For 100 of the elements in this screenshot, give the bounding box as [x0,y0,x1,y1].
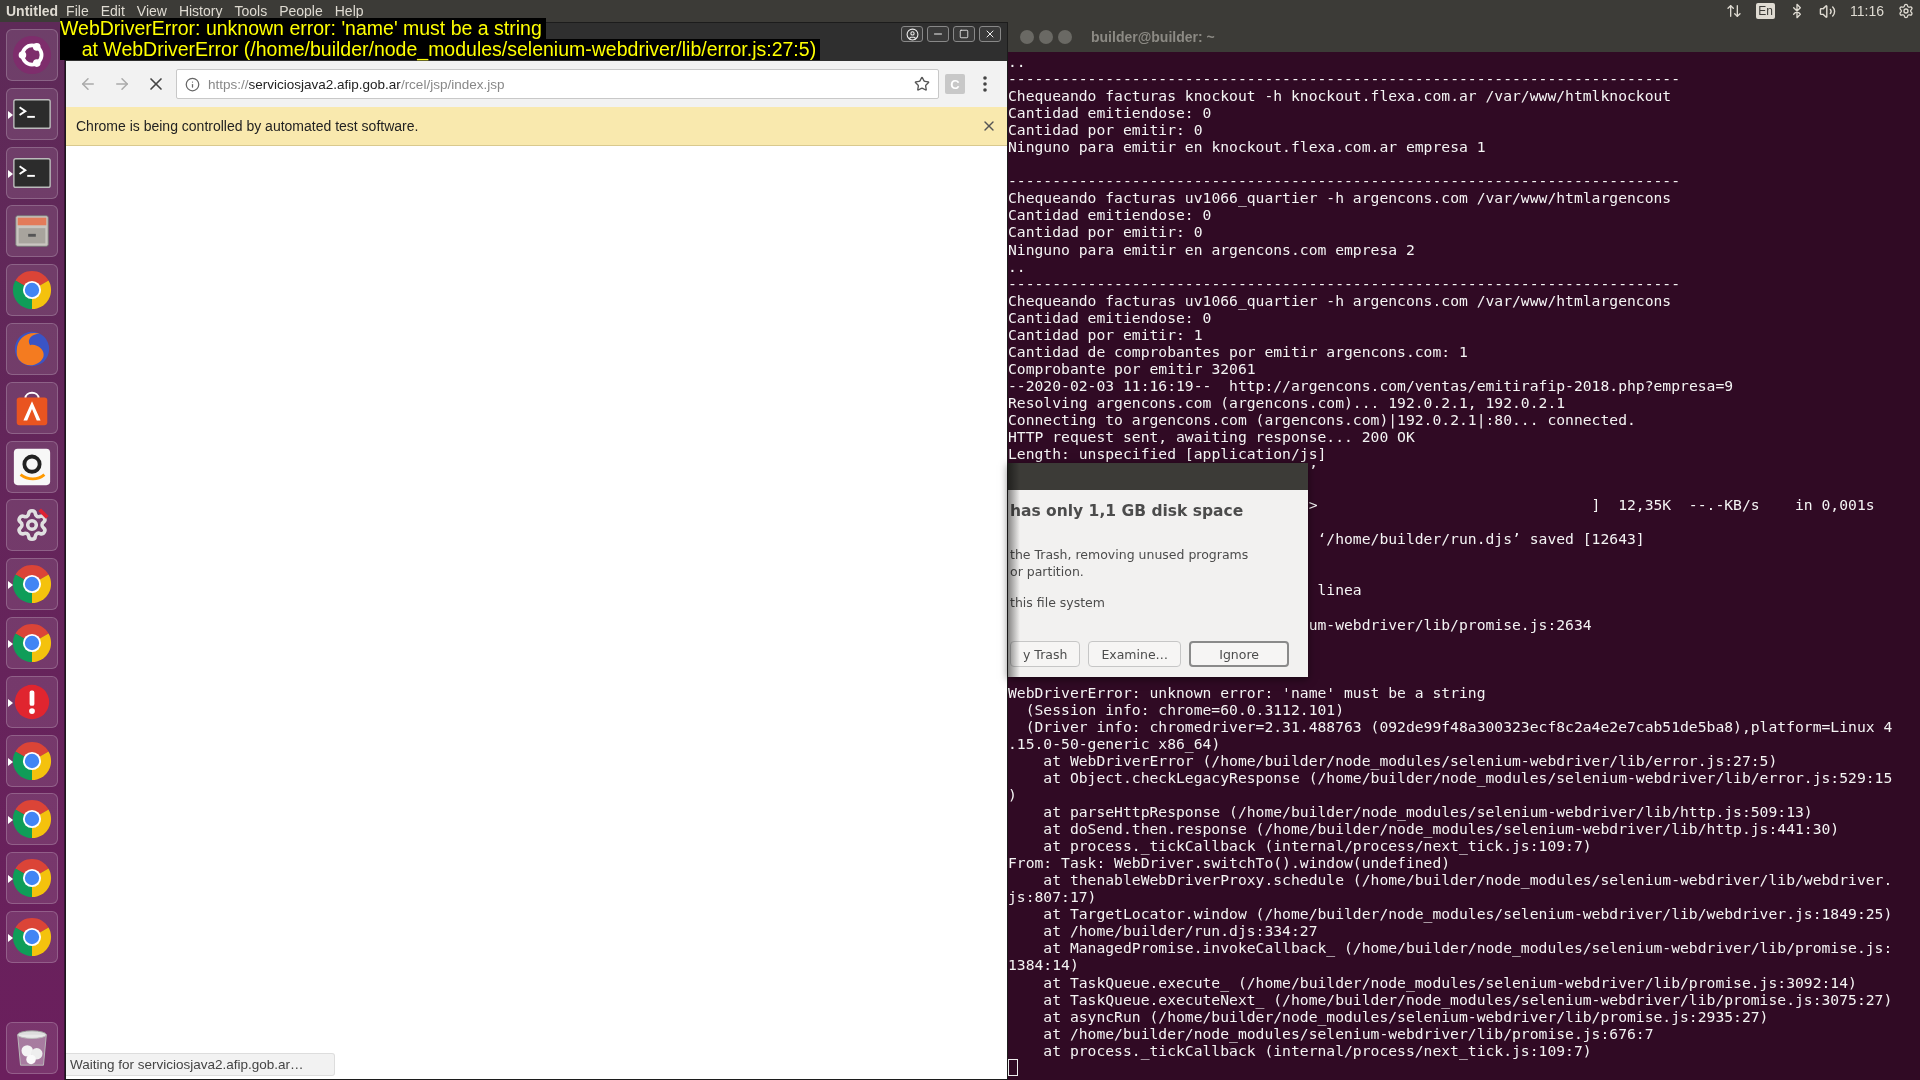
launcher-button[interactable] [6,675,58,728]
terminal-line: ’ [1308,462,1318,480]
terminal-line: Chequeando facturas knockout -h knockout.flexa.com.ar /var/www/htmlknockout [1008,87,1672,105]
clock[interactable]: 11:16 [1850,3,1884,19]
launcher-button[interactable] [6,558,58,611]
terminal-line: ---------------------------------------------------------------------------- [1008,70,1681,88]
terminal-line: Ninguno para emitir en knockout.flexa.com.ar empresa 1 [1008,138,1486,156]
dialog-text: this file system [1010,594,1106,611]
launcher-button[interactable] [6,616,58,669]
browser-icon [11,621,53,664]
terminal-line: Chequeando facturas uv1066_quartier -h argencons.com /var/www/htmlargencons [1008,291,1672,309]
launcher-button[interactable] [6,793,58,846]
terminal-line: Ninguno para emitir en argencons.com empresa 2 [1008,240,1415,258]
terminal-line: Connecting to argencons.com (argencons.com)|192.0.2.1|:80... connected. [1008,411,1636,429]
terminal-line: Chequeando facturas uv1066_quartier -h argencons.com /var/www/htmlargencons [1008,189,1672,207]
terminal-line: at thenableWebDriverProxy.schedule (/home/builder/node_modules/selenium-webdriver/lib/webdriver. [1043,871,1893,889]
network-icon[interactable] [1726,3,1743,19]
launcher-button[interactable] [6,734,58,787]
terminal-line: at WebDriverError (/home/builder/node_modules/selenium-webdriver/lib/error.js:27:5) [1043,751,1778,769]
menu-item[interactable]: History [178,3,223,19]
terminal-line: Cantidad por emitir: 0 [1008,121,1203,139]
launcher-button[interactable] [6,852,58,905]
close-button[interactable] [979,26,1001,42]
bookmark-star-icon[interactable] [914,76,930,92]
terminal-line: at ManagedPromise.invokeCallback_ (/home/builder/node_modules/selenium-webdriver/lib/promise.js: [1043,939,1893,957]
dialog-title: has only 1,1 GB disk space [1010,502,1245,520]
terminal-line: Cantidad emitiendose: 0 [1008,104,1212,122]
logo-icon [11,34,53,76]
launcher-button[interactable] [6,29,58,81]
launcher-button[interactable] [6,264,58,317]
terminal-line: ---------------------------------------------------------------------------- [1008,172,1681,190]
terminal-line: (Driver info: chromedriver=2.31.488763 (092de99f48a300323ecf8c2a4e2e7cab51de5ba8),platform=Linux 4 [1025,717,1893,735]
browser-icon [11,857,53,900]
close-icon [984,28,996,40]
terminal-line: .. [1008,53,1026,71]
terminal-line: Cantidad por emitir: 0 [1008,223,1203,241]
dialog-button[interactable]: y Trash [1010,641,1081,667]
terminal-line: ‘/home/builder/run.djs’ saved [12643] [1317,530,1645,548]
status-bubble: Waiting for serviciosjava2.afip.gob.ar… [66,1053,335,1076]
terminal-line: Cantidad emitiendose: 0 [1008,206,1212,224]
terminal-line: at /home/builder/run.djs:334:27 [1043,922,1318,940]
terminal-line: From: Task: WebDriver.switchTo().window(undefined) [1008,854,1451,872]
terminal-line: WebDriverError: unknown error: 'name' must be a string [1008,683,1486,701]
dialog-button[interactable]: Examine… [1088,641,1182,667]
maximize-button[interactable] [953,26,975,42]
forward-arrow-icon [113,75,131,93]
infobar-message: Chrome is being controlled by automated test software. [76,118,420,134]
menu-item[interactable]: People [279,3,323,19]
dialog-text: the Trash, removing unused programs [1010,546,1250,563]
launcher-button[interactable] [6,87,58,140]
terminal-line: Comprobante por emitir 32061 [1008,359,1256,377]
terminal-line: ) [1008,786,1017,804]
dialog-text: or partition. [1010,563,1085,580]
launcher-button[interactable] [6,910,58,963]
terminal-line: at parseHttpResponse (/home/builder/node_modules/selenium-webdriver/lib/http.js:509:13) [1043,803,1813,821]
browser-icon [11,269,53,312]
browser-icon [11,915,53,958]
launcher-button[interactable] [6,440,58,493]
terminal-line: at doSend.then.response (/home/builder/node_modules/selenium-webdriver/lib/http.js:441:30) [1043,820,1840,838]
maximize-icon [959,29,969,39]
terminal-line: at TaskQueue.execute_ (/home/builder/node_modules/selenium-webdriver/lib/promise.js:3092:14) [1043,973,1857,991]
launcher-button[interactable] [6,146,58,199]
browser-icon [11,798,53,841]
profile-button[interactable] [901,26,923,42]
terminal-line: HTTP request sent, awaiting response... 200 OK [1008,428,1415,446]
user-icon [905,27,919,41]
terminal-line: Cantidad de comprobantes por emitir argencons.com: 1 [1008,342,1468,360]
terminal-line: --2020-02-03 11:16:19-- http://argencons.com/ventas/emitirafip-2018.php?empresa=9 [1008,376,1734,394]
terminal-line: at TargetLocator.window (/home/builder/node_modules/selenium-webdriver/lib/webdriver.js:1849:25) [1043,905,1893,923]
settings-icon[interactable] [1898,3,1914,19]
terminal-line: linea [1317,581,1362,599]
menu-icon [983,76,987,92]
terminal-line: .. [1008,257,1026,275]
menu-item[interactable]: Edit [100,3,125,19]
launcher-button[interactable] [6,499,58,552]
terminal-line: js:807:17) [1008,888,1097,906]
terminal-line: (Session info: chrome=60.0.3112.101) [1025,700,1344,718]
address-bar[interactable]: https://serviciosjava2.afip.gob.ar/rcel/jsp/index.jsp [176,69,939,99]
minimize-button[interactable] [927,26,949,42]
terminal-line: 1384:14) [1008,956,1079,974]
volume-icon[interactable] [1819,2,1836,20]
dialog-button[interactable]: Ignore [1189,641,1290,667]
terminal-line: .15.0-50-generic x86_64) [1008,734,1221,752]
launcher-button[interactable] [6,205,58,258]
menu-item[interactable]: File [66,3,89,19]
menu-item[interactable]: Tools [234,3,268,19]
terminal-cursor [1008,1058,1018,1076]
terminal-line: Resolving argencons.com (argencons.com)... 192.0.2.1, 192.0.2.1 [1008,393,1566,411]
keyboard-layout-indicator[interactable]: En [1756,3,1775,19]
menu-item[interactable]: View [136,3,167,19]
terminal-line: at process._tickCallback (internal/process/next_tick.js:109:7) [1043,837,1592,855]
terminal-line: > ] 12,35K --.-KB/s in 0,001s [1308,496,1875,514]
launcher-button[interactable] [6,1022,58,1074]
browser-icon [11,563,53,606]
info-icon [185,76,200,92]
launcher-button[interactable] [6,381,58,434]
window-title: builder@builder: ~ [1091,29,1215,45]
error-overlay-text: WebDriverError: unknown error: 'name' must be a string [60,18,546,39]
app-title: Untitled [6,3,59,19]
menu-item[interactable]: Help [334,3,364,19]
